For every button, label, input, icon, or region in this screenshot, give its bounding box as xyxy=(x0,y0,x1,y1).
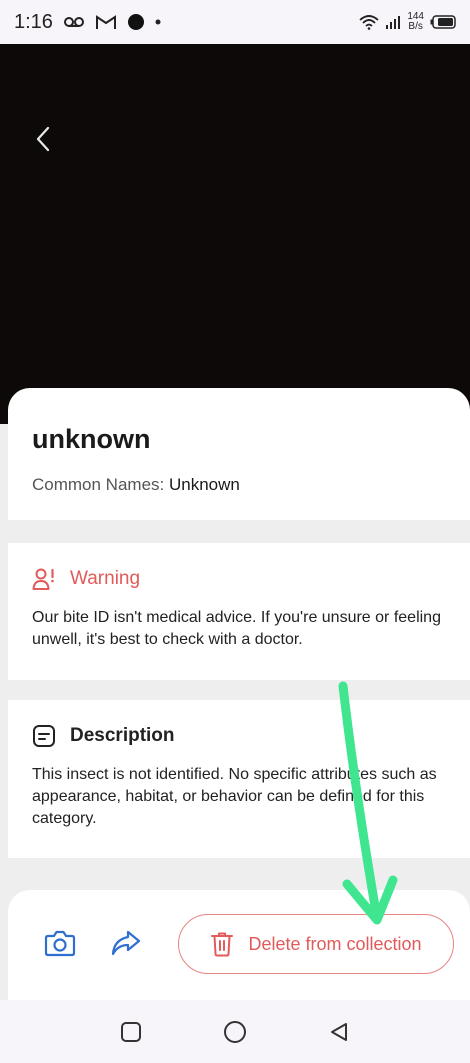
insect-photo xyxy=(0,44,470,424)
home-icon[interactable] xyxy=(223,1020,247,1044)
warning-heading: Warning xyxy=(70,568,141,589)
voicemail-icon xyxy=(63,17,84,27)
gmail-icon xyxy=(95,15,116,29)
share-icon[interactable] xyxy=(110,927,142,959)
system-nav-bar xyxy=(0,1000,470,1063)
warning-text: Our bite ID isn't medical advice. If you… xyxy=(32,609,441,648)
trash-icon xyxy=(211,932,234,957)
common-names-label: Common Names: xyxy=(32,475,165,494)
title-card: unknown Common Names: Unknown xyxy=(8,388,470,520)
description-text: This insect is not identified. No specif… xyxy=(32,766,437,827)
description-heading: Description xyxy=(70,725,175,746)
warning-card: Warning Our bite ID isn't medical advice… xyxy=(8,543,470,680)
page-title: unknown xyxy=(32,424,151,454)
network-speed: 144 B/s xyxy=(407,12,424,32)
chevron-left-icon[interactable] xyxy=(30,124,56,154)
action-bar: Delete from collection xyxy=(8,890,470,1000)
wifi-icon xyxy=(359,15,379,30)
note-icon xyxy=(33,725,55,747)
battery-icon xyxy=(430,15,456,29)
status-time: 1:16 xyxy=(14,10,53,33)
camera-icon[interactable] xyxy=(44,928,76,958)
network-speed-unit: B/s xyxy=(408,21,423,32)
common-names-value: Unknown xyxy=(169,475,240,494)
record-dot-icon xyxy=(127,14,144,30)
person-alert-icon xyxy=(32,568,54,590)
more-dot-icon xyxy=(155,19,161,25)
description-heading-row: Description xyxy=(32,724,448,748)
delete-from-collection-button[interactable]: Delete from collection xyxy=(178,914,454,974)
common-names: Common Names: Unknown xyxy=(32,475,446,495)
status-left: 1:16 xyxy=(14,11,161,34)
recent-apps-icon[interactable] xyxy=(120,1021,142,1043)
back-triangle-icon[interactable] xyxy=(328,1021,350,1043)
warning-heading-row: Warning xyxy=(32,567,448,591)
status-bar: 1:16 144 B/s xyxy=(0,0,470,44)
description-card: Description This insect is not identifie… xyxy=(8,700,470,858)
status-right: 144 B/s xyxy=(359,12,456,32)
signal-icon xyxy=(386,16,401,29)
delete-button-label: Delete from collection xyxy=(248,933,422,954)
